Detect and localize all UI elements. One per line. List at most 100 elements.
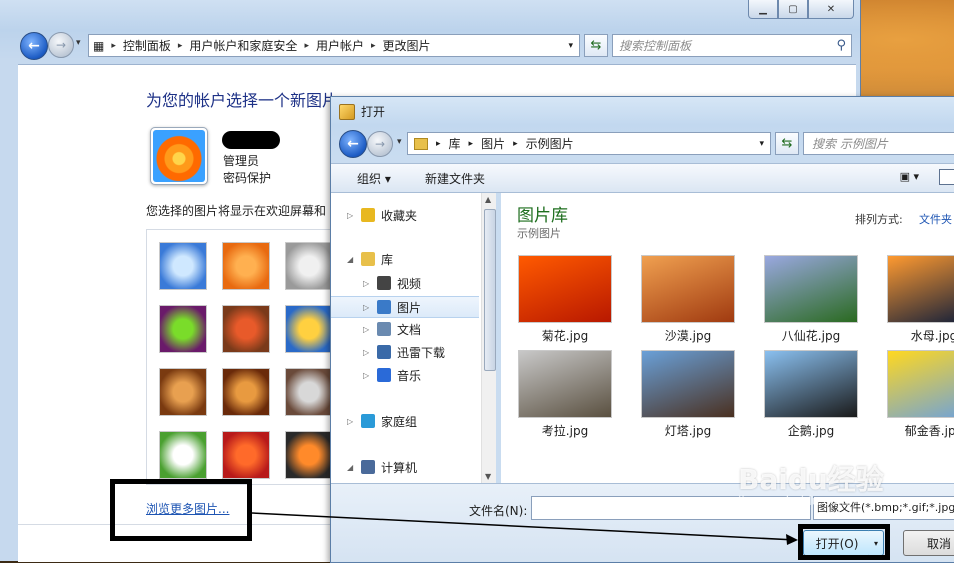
refresh-icon[interactable]: ⇆ <box>775 132 799 155</box>
thumbnail-image <box>887 255 954 323</box>
collapsed-chevron-icon[interactable]: ▷ <box>363 279 373 288</box>
collapsed-chevron-icon[interactable]: ▷ <box>363 325 373 334</box>
collapsed-chevron-icon[interactable]: ▷ <box>347 211 357 220</box>
nav-pane-item[interactable]: ◢ 库 <box>331 249 393 269</box>
user-role: 管理员 <box>223 154 260 168</box>
breadcrumb-item[interactable]: 用户帐户和家庭安全 <box>185 37 301 54</box>
history-dropdown-icon[interactable]: ▾ <box>76 38 81 48</box>
history-dropdown-icon[interactable]: ▾ <box>397 137 402 147</box>
account-picture-thumbnail[interactable] <box>159 431 207 479</box>
thumbnail-image <box>764 255 858 323</box>
avatar <box>150 127 208 185</box>
file-thumbnail[interactable]: 企鹅.jpg <box>761 350 861 439</box>
maximize-button[interactable]: ▢ <box>778 0 808 19</box>
breadcrumb-item[interactable]: 更改图片 <box>379 37 435 54</box>
back-button[interactable]: ← <box>339 130 367 158</box>
nav-pane-item[interactable]: ◢ 计算机 <box>331 457 417 477</box>
scrollbar-thumb[interactable] <box>484 209 496 371</box>
file-thumbnail[interactable]: 水母.jpg <box>884 255 954 344</box>
file-thumbnail[interactable]: 考拉.jpg <box>515 350 615 439</box>
scroll-up-icon[interactable]: ▲ <box>485 195 491 204</box>
nav-pane-item[interactable]: ▷ 家庭组 <box>331 411 417 431</box>
breadcrumb-separator: ▸ <box>370 40 376 51</box>
control-panel-search[interactable]: 搜索控制面板 ⚲ <box>612 34 852 57</box>
account-picture-thumbnail[interactable] <box>285 242 333 290</box>
file-name: 水母.jpg <box>910 329 954 343</box>
nav-pane-item[interactable]: ▷ 收藏夹 <box>331 205 417 225</box>
forward-button[interactable]: → <box>367 131 393 157</box>
breadcrumb-item[interactable]: 控制面板 <box>119 37 175 54</box>
breadcrumb-item[interactable]: 示例图片 <box>522 135 578 152</box>
account-picture-thumbnail[interactable] <box>222 242 270 290</box>
account-picture-thumbnail[interactable] <box>222 368 270 416</box>
control-panel-navbar: ← → ▾ ▦ ▸ 控制面板 ▸ 用户帐户和家庭安全 ▸ 用户帐户 ▸ 更改图片… <box>18 30 858 60</box>
library-subtitle: 示例图片 <box>517 227 561 240</box>
address-bar[interactable]: ▦ ▸ 控制面板 ▸ 用户帐户和家庭安全 ▸ 用户帐户 ▸ 更改图片 ▾ <box>88 34 580 57</box>
control-panel-icon: ▦ <box>93 38 105 53</box>
account-picture-thumbnail[interactable] <box>285 431 333 479</box>
collapsed-chevron-icon[interactable]: ▷ <box>363 348 373 357</box>
account-picture-thumbnail[interactable] <box>285 368 333 416</box>
expanded-chevron-icon[interactable]: ◢ <box>347 463 357 472</box>
scroll-down-icon[interactable]: ▼ <box>485 472 491 481</box>
breadcrumb-item[interactable]: 用户帐户 <box>312 37 368 54</box>
account-picture-thumbnail[interactable] <box>159 368 207 416</box>
account-picture-thumbnail[interactable] <box>222 431 270 479</box>
sort-value-link[interactable]: 文件夹 <box>919 211 952 227</box>
account-picture-thumbnail[interactable] <box>159 305 207 353</box>
library-title: 图片库 <box>517 206 568 226</box>
file-thumbnail[interactable]: 灯塔.jpg <box>638 350 738 439</box>
file-name: 郁金香.jpg <box>904 424 954 438</box>
new-folder-button[interactable]: 新建文件夹 <box>425 170 485 187</box>
address-dropdown-icon[interactable]: ▾ <box>562 41 579 51</box>
forward-button[interactable]: → <box>48 32 74 58</box>
minimize-button[interactable]: ▁ <box>748 0 778 19</box>
nav-pane-item[interactable]: ▷ 音乐 <box>331 365 421 385</box>
star-icon <box>361 208 375 222</box>
account-picture-thumbnail[interactable] <box>159 242 207 290</box>
file-thumbnail[interactable]: 沙漠.jpg <box>638 255 738 344</box>
nav-pane-label: 迅雷下载 <box>397 345 446 360</box>
cancel-button[interactable]: 取消 <box>903 530 954 556</box>
close-button[interactable]: ✕ <box>808 0 854 19</box>
address-dropdown-icon[interactable]: ▾ <box>753 139 770 149</box>
dialog-address-bar[interactable]: ▸ 库 ▸ 图片 ▸ 示例图片 ▾ <box>407 132 771 155</box>
library-icon <box>361 252 375 266</box>
picture-icon <box>377 300 391 314</box>
watermark: Baidu经验 <box>738 463 884 496</box>
breadcrumb-item[interactable]: 库 <box>445 135 465 152</box>
file-thumbnail[interactable]: 郁金香.jpg <box>884 350 954 439</box>
expanded-chevron-icon[interactable]: ◢ <box>347 255 357 264</box>
redacted-username <box>222 131 280 149</box>
nav-pane-item[interactable]: ▷ 文档 <box>331 319 421 339</box>
nav-pane-label: 计算机 <box>381 460 418 475</box>
file-thumbnail[interactable]: 八仙花.jpg <box>761 255 861 344</box>
video-icon <box>377 276 391 290</box>
account-picture-thumbnail[interactable] <box>222 305 270 353</box>
account-picture-thumbnail[interactable] <box>285 305 333 353</box>
collapsed-chevron-icon[interactable]: ▷ <box>363 303 373 312</box>
navigation-pane-scrollbar[interactable]: ▲ ▼ <box>481 193 496 483</box>
file-thumbnail[interactable]: 菊花.jpg <box>515 255 615 344</box>
annotation-highlight-open <box>798 524 890 560</box>
music-icon <box>377 368 391 382</box>
refresh-icon[interactable]: ⇆ <box>584 34 608 57</box>
thumbnail-image <box>887 350 954 418</box>
breadcrumb-separator: ▸ <box>436 138 441 149</box>
organize-button[interactable]: 组织 ▾ <box>357 170 391 187</box>
nav-pane-label: 文档 <box>397 322 422 337</box>
change-view-icon[interactable]: ▣ ▾ <box>900 170 919 183</box>
back-button[interactable]: ← <box>20 32 48 60</box>
nav-pane-item[interactable]: ▷ 图片 <box>331 296 479 318</box>
collapsed-chevron-icon[interactable]: ▷ <box>347 417 357 426</box>
preview-pane-icon[interactable] <box>939 169 954 185</box>
collapsed-chevron-icon[interactable]: ▷ <box>363 371 373 380</box>
page-title: 为您的帐户选择一个新图片 <box>146 91 339 110</box>
thumbnail-image <box>641 350 735 418</box>
search-icon[interactable]: ⚲ <box>836 38 851 53</box>
nav-pane-item[interactable]: ▷ 迅雷下载 <box>331 342 445 362</box>
breadcrumb-item[interactable]: 图片 <box>477 135 509 152</box>
file-name: 沙漠.jpg <box>664 329 712 343</box>
nav-pane-item[interactable]: ▷ 视频 <box>331 273 421 293</box>
dialog-search[interactable]: 搜索 示例图片 <box>803 132 954 155</box>
